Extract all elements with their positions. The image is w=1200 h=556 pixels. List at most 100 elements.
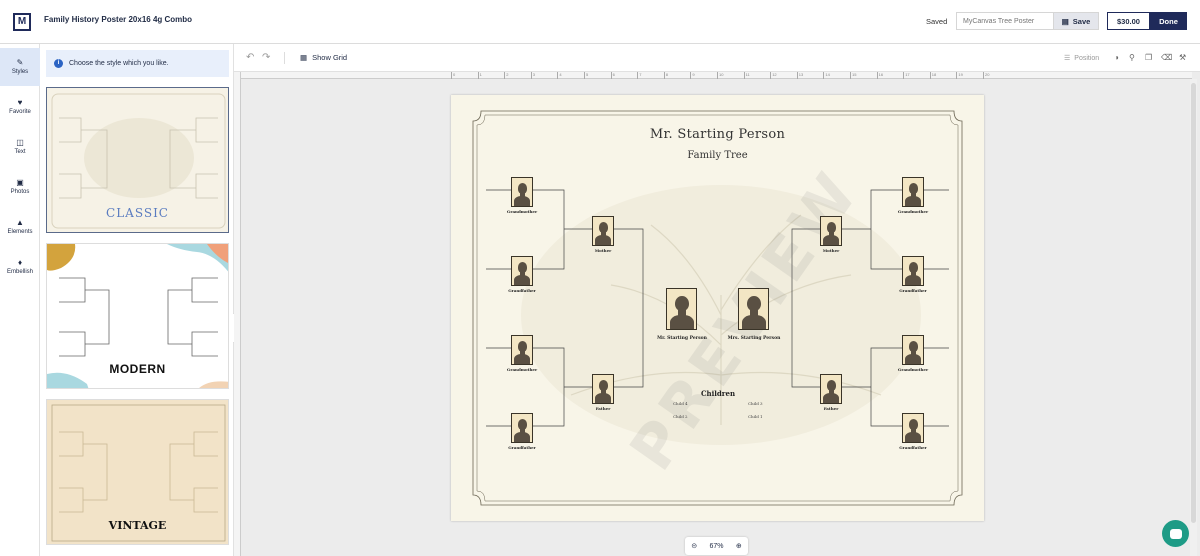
- info-text: Choose the style which you like.: [69, 60, 169, 67]
- portrait-mother-left[interactable]: [592, 216, 614, 246]
- vertical-ruler: [234, 72, 241, 556]
- sidebar-item-label: Photos: [10, 189, 30, 195]
- format-paint-icon[interactable]: ⚒: [1179, 53, 1186, 62]
- poster-canvas[interactable]: PREVIEW Mr. Starting Person Family Tree …: [451, 95, 984, 521]
- portrait-father-left[interactable]: [592, 374, 614, 404]
- portrait-grandmother-right-1[interactable]: [902, 177, 924, 207]
- sidebar-item-favorite[interactable]: ♥ Favorite: [0, 88, 40, 126]
- style-thumbnail-classic[interactable]: CLASSIC: [46, 87, 229, 233]
- delete-icon[interactable]: ⌫: [1161, 53, 1172, 62]
- save-button-label: Save: [1072, 16, 1091, 26]
- poster-subtitle[interactable]: Family Tree: [451, 150, 984, 161]
- save-status: Saved: [926, 17, 948, 26]
- zoom-in-icon[interactable]: ⊕: [736, 542, 742, 550]
- done-button[interactable]: Done: [1150, 12, 1187, 30]
- sidebar-item-embellish[interactable]: ♦ Embellish: [0, 248, 40, 286]
- styles-icon: ✎: [16, 58, 24, 67]
- portrait-mrs-starting-person[interactable]: [738, 288, 769, 330]
- portrait-grandmother-right-2[interactable]: [902, 335, 924, 365]
- duplicate-icon[interactable]: ❐: [1145, 53, 1152, 62]
- child-name[interactable]: Child 1: [748, 414, 763, 419]
- label-mother: Mother: [594, 248, 612, 253]
- label-grandfather: Grandfather: [899, 445, 927, 450]
- app-logo[interactable]: M: [13, 13, 31, 31]
- redo-icon[interactable]: ↷: [262, 52, 270, 63]
- sidebar-item-label: Text: [14, 149, 26, 155]
- save-button[interactable]: ▤ Save: [1053, 12, 1099, 30]
- ruler-tick: 16: [876, 72, 884, 79]
- label-grandmother: Grandmother: [897, 367, 929, 372]
- layers-icon: ☰: [1064, 55, 1071, 62]
- scrollbar-thumb[interactable]: [1191, 83, 1196, 523]
- style-thumbnail-vintage[interactable]: VINTAGE: [46, 399, 229, 545]
- sidebar-item-label: Embellish: [6, 269, 33, 275]
- price-badge[interactable]: $30.00: [1107, 12, 1150, 30]
- lock-icon[interactable]: ⚲: [1129, 53, 1135, 62]
- portrait-grandmother-left-1[interactable]: [511, 177, 533, 207]
- left-sidebar: ✎ Styles ♥ Favorite ◫ Text ▣ Photos ▲ El…: [0, 44, 40, 556]
- style-label-vintage: VINTAGE: [108, 519, 167, 532]
- poster-name-input[interactable]: [956, 12, 1053, 30]
- canvas-toolbar: ↶ ↷ ▦ Show Grid ☰ Position ◑ ⚲ ❐ ⌫ ⚒: [234, 44, 1200, 72]
- ruler-tick: 17: [903, 72, 910, 79]
- label-father: Father: [823, 406, 839, 411]
- grid-icon: ▦: [300, 53, 308, 62]
- info-icon: i: [54, 59, 63, 68]
- styles-panel: i Choose the style which you like. CLASS…: [40, 44, 234, 556]
- heart-icon: ♥: [17, 98, 23, 107]
- undo-icon[interactable]: ↶: [246, 52, 254, 63]
- chat-support-button[interactable]: [1162, 520, 1189, 547]
- ruler-tick: 20: [983, 72, 990, 79]
- label-grandmother: Grandmother: [506, 367, 538, 372]
- style-thumbnail-modern[interactable]: MODERN: [46, 243, 229, 389]
- sidebar-item-label: Favorite: [9, 109, 31, 115]
- label-mrs-starting-person: Mrs. Starting Person: [727, 336, 781, 341]
- portrait-mr-starting-person[interactable]: [666, 288, 697, 330]
- ruler-tick: 0: [451, 72, 456, 79]
- portrait-mother-right[interactable]: [820, 216, 842, 246]
- show-grid-button[interactable]: ▦ Show Grid: [300, 53, 347, 62]
- top-bar: M Family History Poster 20x16 4g Combo S…: [0, 0, 1200, 44]
- vertical-scrollbar[interactable]: [1190, 79, 1197, 556]
- sidebar-item-photos[interactable]: ▣ Photos: [0, 168, 40, 206]
- sidebar-item-elements[interactable]: ▲ Elements: [0, 208, 40, 246]
- zoom-level: 67%: [709, 542, 724, 550]
- portrait-grandmother-left-2[interactable]: [511, 335, 533, 365]
- ruler-tick: 19: [956, 72, 963, 79]
- ruler-tick: 7: [637, 72, 642, 79]
- label-grandfather: Grandfather: [508, 445, 536, 450]
- ruler-tick: 18: [929, 72, 937, 79]
- label-father: Father: [595, 406, 611, 411]
- label-grandmother: Grandmother: [506, 209, 538, 214]
- toolbar-divider: [284, 52, 285, 64]
- position-button[interactable]: ☰ Position: [1064, 54, 1099, 63]
- portrait-grandfather-right-1[interactable]: [902, 256, 924, 286]
- portrait-grandfather-left-2[interactable]: [511, 413, 533, 443]
- info-banner: i Choose the style which you like.: [46, 50, 229, 77]
- sidebar-item-label: Elements: [7, 229, 33, 235]
- portrait-grandfather-right-2[interactable]: [902, 413, 924, 443]
- fill-icon[interactable]: ◑: [1114, 53, 1119, 62]
- ruler-tick: 15: [850, 72, 857, 79]
- sidebar-item-text[interactable]: ◫ Text: [0, 128, 40, 166]
- show-grid-label: Show Grid: [312, 53, 348, 62]
- poster-title[interactable]: Mr. Starting Person: [451, 127, 984, 142]
- sidebar-item-styles[interactable]: ✎ Styles: [0, 48, 40, 86]
- embellish-icon: ♦: [17, 258, 23, 267]
- document-title: Family History Poster 20x16 4g Combo: [44, 15, 193, 24]
- style-label-classic: CLASSIC: [106, 206, 169, 220]
- photo-icon: ▣: [16, 178, 24, 187]
- ruler-tick: 11: [743, 72, 750, 79]
- ruler-tick: 14: [823, 72, 830, 79]
- style-label-modern: MODERN: [109, 362, 166, 376]
- child-name[interactable]: Child 4: [673, 401, 688, 406]
- zoom-out-icon[interactable]: ⊝: [691, 542, 697, 550]
- portrait-father-right[interactable]: [820, 374, 842, 404]
- elements-icon: ▲: [16, 218, 24, 227]
- child-name[interactable]: Child 3: [748, 401, 763, 406]
- ruler-tick: 5: [584, 72, 589, 79]
- ruler-tick: 9: [690, 72, 695, 79]
- portrait-grandfather-left-1[interactable]: [511, 256, 533, 286]
- ruler-tick: 6: [610, 72, 615, 79]
- child-name[interactable]: Child 2: [673, 414, 688, 419]
